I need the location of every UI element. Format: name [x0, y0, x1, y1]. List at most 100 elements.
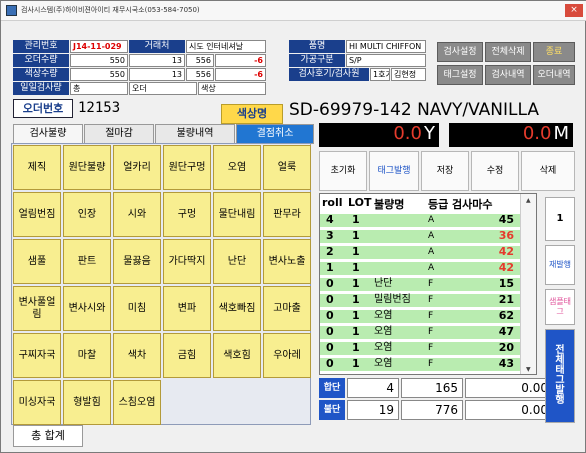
window-title: 검사시스템(주)하이비젼아이티 재무시국소(053-584-7050)	[21, 6, 200, 14]
defect-button[interactable]: 가다딱지	[163, 239, 211, 284]
inspected-qty-cell: 42	[498, 245, 514, 258]
table-row[interactable]: 3 1 A 36	[320, 229, 536, 243]
table-row[interactable]: 0 1 오염 F 20	[320, 341, 536, 355]
table-row[interactable]: 0 1 오염 F 43	[320, 357, 536, 371]
lot-cell: 1	[352, 341, 360, 354]
defect-button[interactable]: 물끓음	[113, 239, 161, 284]
roll-table[interactable]: roll LOT 불량명 등급 검사마수 4 1 A 45 3 1 A 36 2 1 A 42 1 1 A 4…	[319, 193, 537, 375]
grade-cell: A	[428, 215, 435, 225]
meter-readout: 0.0 M	[449, 123, 573, 147]
col-defect-name: 불량명	[374, 198, 405, 211]
table-row[interactable]: 2 1 A 42	[320, 245, 536, 259]
edit-button[interactable]: 수정	[471, 151, 519, 191]
defect-button[interactable]: 변사풀얼림	[13, 286, 61, 331]
defect-button[interactable]: 변파	[163, 286, 211, 331]
defect-button[interactable]: 금힘	[163, 333, 211, 378]
scroll-up-icon[interactable]: ▲	[526, 197, 531, 204]
roll-cell: 0	[326, 357, 334, 370]
lot-cell: 1	[352, 229, 360, 242]
sample-tag-button[interactable]: 샘플태그	[545, 289, 575, 325]
defect-name-cell: 오염	[374, 310, 393, 321]
grade-cell: F	[428, 279, 434, 289]
roll-cell: 0	[326, 277, 334, 290]
table-row[interactable]: 0 1 오염 F 62	[320, 310, 536, 323]
defect-button[interactable]: 고마출	[263, 286, 311, 331]
defect-button[interactable]: 우아레	[263, 333, 311, 378]
defect-button[interactable]: 판트	[63, 239, 111, 284]
defect-button[interactable]: 구찌자국	[13, 333, 61, 378]
inspected-qty-cell: 21	[498, 293, 514, 306]
table-scrollbar[interactable]: ▲ ▼	[520, 194, 536, 374]
scroll-down-icon[interactable]: ▼	[526, 366, 531, 373]
print-all-tags-button[interactable]: 전체태그발행	[545, 329, 575, 423]
table-row[interactable]: 0 1 오염 F 47	[320, 325, 536, 339]
defect-button[interactable]: 형발힘	[63, 380, 111, 425]
inspection-history-button[interactable]: 검사내역	[485, 65, 531, 85]
defect-button[interactable]: 샘풀	[13, 239, 61, 284]
inspected-qty-cell: 45	[498, 213, 514, 226]
defect-button[interactable]: 스침오염	[113, 380, 161, 425]
lot-cell: 1	[352, 325, 360, 338]
defect-button[interactable]: 원단구멍	[163, 145, 211, 190]
app-window: 검사시스템(주)하이비젼아이티 재무시국소(053-584-7050) × 관리…	[0, 0, 586, 453]
grade-cell: F	[428, 343, 434, 353]
title-bar: 검사시스템(주)하이비젼아이티 재무시국소(053-584-7050) ×	[1, 1, 586, 21]
defect-button[interactable]: 변사시와	[63, 286, 111, 331]
defect-button[interactable]: 시와	[113, 192, 161, 237]
defect-button[interactable]: 색호빠짐	[213, 286, 261, 331]
tab-defect-inspection[interactable]: 검사불량	[13, 124, 83, 144]
defect-button[interactable]: 미침	[113, 286, 161, 331]
order-history-button[interactable]: 오더내역	[533, 65, 575, 85]
defect-button[interactable]: 색차	[113, 333, 161, 378]
inspected-qty-cell: 36	[498, 229, 514, 242]
table-row[interactable]: 0 1 밀림번짐 F 21	[320, 293, 536, 307]
defect-button[interactable]: 오염	[213, 145, 261, 190]
color-qty-1: 550	[70, 68, 128, 81]
issue-tag-button[interactable]: 태그발행	[369, 151, 419, 191]
inspected-qty-cell: 42	[498, 261, 514, 274]
save-button[interactable]: 저장	[421, 151, 469, 191]
label-order-qty: 오더수량	[13, 54, 69, 67]
col-lot: LOT	[348, 196, 372, 209]
exit-button[interactable]: 종료	[533, 42, 575, 62]
defect-button[interactable]: 변사노출	[263, 239, 311, 284]
tab-defect-history[interactable]: 불량내역	[155, 124, 235, 144]
color-name-label: 색상명	[221, 104, 283, 124]
tag-settings-button[interactable]: 태그설정	[437, 65, 483, 85]
close-button[interactable]: ×	[565, 4, 583, 17]
item-value: HI MULTI CHIFFON	[346, 40, 426, 53]
tab-cut-close[interactable]: 절마감	[84, 124, 154, 144]
defect-button[interactable]: 얼림번짐	[13, 192, 61, 237]
daily-color: 색상	[198, 82, 266, 95]
defect-button[interactable]: 원단불량	[63, 145, 111, 190]
order-number-value: 12153	[78, 100, 121, 116]
tab-defect-cancel[interactable]: 결점취소	[236, 124, 314, 144]
defect-button[interactable]: 난단	[213, 239, 261, 284]
defect-button[interactable]: 마찰	[63, 333, 111, 378]
table-row[interactable]: 1 1 A 42	[320, 261, 536, 275]
col-inspected-qty: 검사마수	[452, 198, 493, 211]
defect-button-grid: 제직 원단불량 얼카리 원단구멍 오염 얼룩얼림번짐 인장 시와 구멍 물단내림 판무라샘풀 판트 물끓…	[11, 143, 311, 425]
defect-button[interactable]: 얼룩	[263, 145, 311, 190]
delete-button[interactable]: 삭제	[521, 151, 575, 191]
table-row[interactable]: 0 1 난단 F 15	[320, 277, 536, 291]
delete-all-button[interactable]: 전체삭제	[485, 42, 531, 62]
defect-button[interactable]: 미싱자국	[13, 380, 61, 425]
table-row[interactable]: 4 1 A 45	[320, 213, 536, 227]
defect-button[interactable]: 물단내림	[213, 192, 261, 237]
defect-button[interactable]: 판무라	[263, 192, 311, 237]
defect-button[interactable]: 구멍	[163, 192, 211, 237]
pass-sum-b: 165	[401, 378, 463, 398]
roll-cell: 2	[326, 245, 334, 258]
inspection-settings-button[interactable]: 검사설정	[437, 42, 483, 62]
daily-total: 총	[70, 82, 128, 95]
defect-button[interactable]: 인장	[63, 192, 111, 237]
defect-button[interactable]: 색호힘	[213, 333, 261, 378]
defect-button[interactable]: 얼카리	[113, 145, 161, 190]
roll-cell: 4	[326, 213, 334, 226]
copies-button[interactable]: 1	[545, 197, 575, 241]
reset-button[interactable]: 초기화	[319, 151, 367, 191]
reissue-button[interactable]: 재발행	[545, 245, 575, 285]
grade-cell: A	[428, 231, 435, 241]
defect-button[interactable]: 제직	[13, 145, 61, 190]
